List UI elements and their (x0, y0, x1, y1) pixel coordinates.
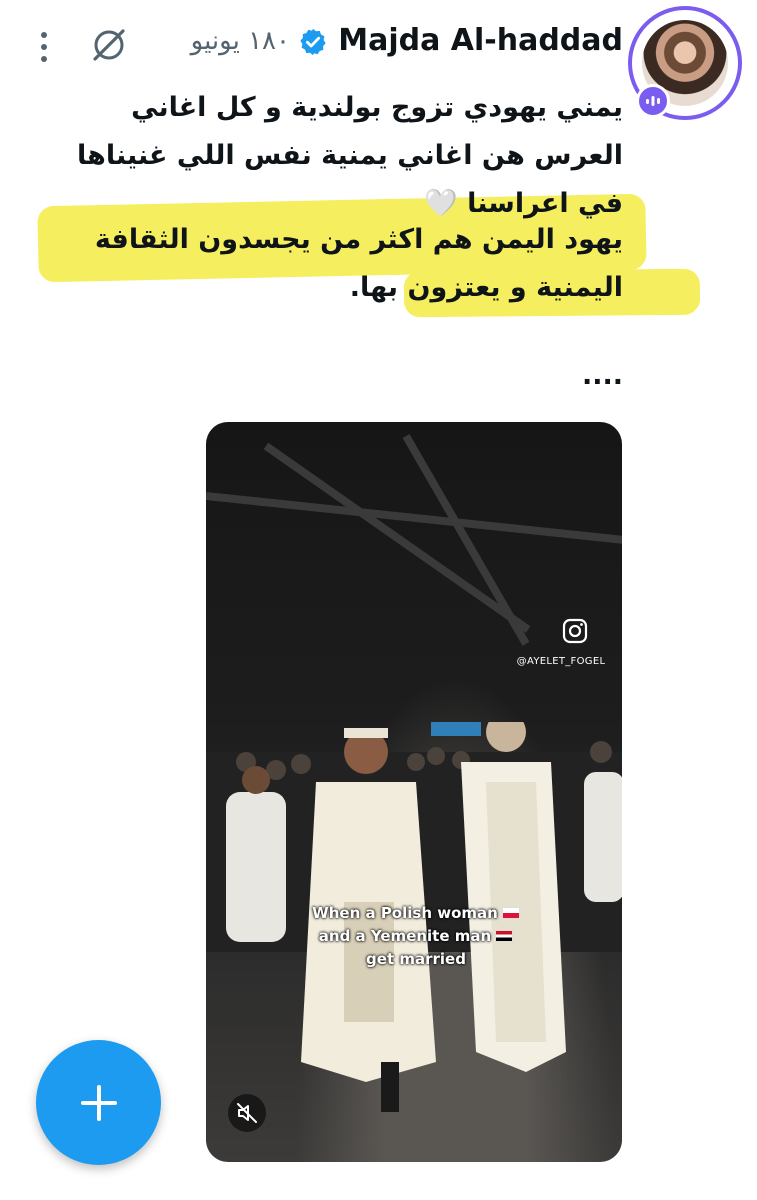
yemen-flag-icon (495, 930, 514, 942)
mute-button[interactable] (228, 1094, 266, 1132)
verified-badge-icon (300, 28, 326, 56)
tweet-text-paragraph: يهود اليمن هم اكثر من يجسدون الثقافة الي… (94, 224, 623, 303)
muted-speaker-icon (237, 1103, 257, 1123)
poland-flag-icon (501, 907, 520, 919)
tweet-text-ellipsis: .... (581, 360, 623, 391)
plus-icon (80, 1084, 117, 1121)
caption-line: and a Yemenite man (318, 927, 492, 945)
spaces-live-icon[interactable] (636, 84, 670, 118)
ceiling-beam (402, 434, 530, 646)
grok-icon[interactable] (90, 26, 128, 64)
tweet-date[interactable]: ١٨٠ يونيو (160, 18, 290, 64)
more-vertical-icon[interactable] (38, 30, 50, 64)
tweet-text-paragraph: يمني يهودي تزوج بولندية و كل اغاني العرس… (76, 92, 623, 219)
instagram-icon (562, 618, 588, 644)
caption-line: get married (366, 950, 466, 968)
tweet-video[interactable]: @AYELET_FOGEL When a Polish woman and a … (206, 422, 622, 1162)
caption-line: When a Polish woman (312, 904, 498, 922)
ceiling-beam (206, 492, 622, 545)
ceiling-beam (263, 442, 531, 633)
instagram-handle: @AYELET_FOGEL (516, 656, 606, 667)
author-name[interactable]: Majda Al-haddad (338, 18, 623, 64)
video-caption: When a Polish woman and a Yemenite man g… (276, 902, 556, 971)
action-bar-edge (0, 1186, 757, 1200)
author-avatar-ring[interactable] (628, 6, 742, 120)
compose-button[interactable] (36, 1040, 161, 1165)
